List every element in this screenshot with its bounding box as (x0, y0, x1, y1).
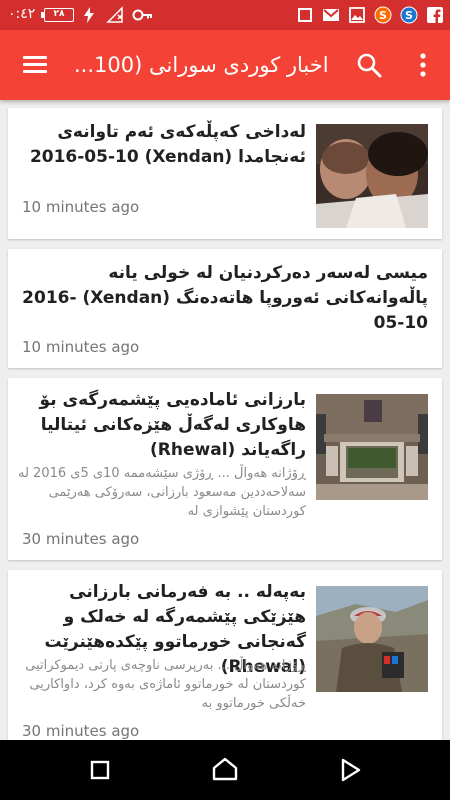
hamburger-icon-bar (23, 63, 47, 66)
home-icon[interactable] (210, 755, 240, 785)
news-title: لەداخی کەپڵەکەی ئەم تاوانەی ئەنجامدا (Xe… (29, 122, 306, 167)
charging-icon (84, 7, 94, 23)
news-title: میسی لەسەر دەرکردنیان لە خولی یانە پاڵەو… (22, 263, 428, 333)
image-icon (349, 7, 365, 23)
battery-icon: ٢٨ (41, 8, 74, 22)
news-thumbnail (316, 586, 428, 692)
recent-apps-icon[interactable] (85, 755, 115, 785)
news-title: بارزانی ئامادەیی پێشمەرگەی بۆ هاوکاری لە… (39, 390, 306, 460)
facebook-icon (427, 7, 443, 23)
key-icon (132, 9, 152, 21)
search-icon[interactable] (354, 50, 384, 80)
status-bar: ٠:٤٢ ٢٨ S S (0, 0, 450, 30)
news-card[interactable]: میسی لەسەر دەرکردنیان لە خولی یانە پاڵەو… (8, 249, 442, 368)
svg-text:S: S (405, 9, 413, 22)
news-time: 30 minutes ago (22, 530, 140, 548)
news-thumbnail (316, 124, 428, 228)
news-time: 10 minutes ago (22, 198, 140, 216)
app-bar: اخبار كوردی سورانی (100... (0, 30, 450, 100)
news-time: 10 minutes ago (22, 338, 140, 356)
status-time: ٠:٤٢ (8, 6, 36, 22)
back-icon[interactable] (335, 755, 365, 785)
navigation-bar (0, 740, 450, 800)
more-options-icon[interactable] (408, 50, 438, 80)
app-title: اخبار كوردی سورانی (100... (74, 53, 329, 77)
app-s-blue-icon: S (400, 6, 418, 24)
hamburger-icon-bar (23, 70, 47, 73)
news-card[interactable]: بارزانی ئامادەیی پێشمەرگەی بۆ هاوکاری لە… (8, 378, 442, 560)
no-signal-icon (106, 6, 123, 23)
app-s-orange-icon: S (374, 6, 392, 24)
news-card[interactable]: بەپەلە .. بە فەرمانی بارزانی هێزێکی پێشم… (8, 570, 442, 740)
news-time: 30 minutes ago (22, 722, 140, 740)
news-thumbnail (316, 394, 428, 500)
news-summary: ڕۆژانە هەواڵ ... بەرپرسی ناوچەی پارتی دی… (25, 658, 306, 711)
svg-text:S: S (379, 9, 387, 22)
news-summary: ڕۆژانە هەواڵ ... ڕۆژی سێشەممە 10ی 5ی 201… (17, 466, 306, 519)
hamburger-icon-bar (23, 56, 47, 59)
menu-button[interactable] (14, 50, 50, 80)
gmail-icon (323, 9, 339, 21)
news-card[interactable]: لەداخی کەپڵەکەی ئەم تاوانەی ئەنجامدا (Xe… (8, 108, 442, 239)
stop-square-icon (298, 8, 312, 22)
